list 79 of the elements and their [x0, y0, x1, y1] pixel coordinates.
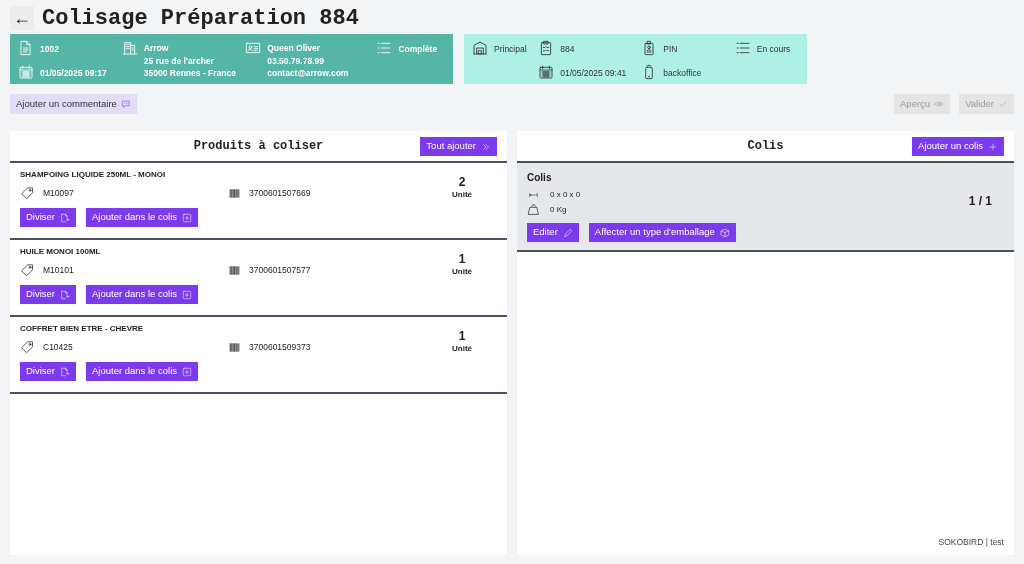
- split-button[interactable]: Diviser: [20, 208, 77, 227]
- tag-icon: [20, 262, 35, 278]
- plus-square-icon: [182, 366, 193, 377]
- plus-icon: [988, 141, 998, 152]
- page-title: Colisage Préparation 884: [42, 4, 359, 33]
- product-name: SHAMPOING LIQUIDE 250ML - MONOI: [20, 169, 167, 180]
- info-text: backoffice: [663, 67, 702, 80]
- package-count: 1 / 1: [968, 193, 992, 210]
- quantity-unit: Unité: [452, 189, 472, 201]
- panel-title: Colis: [747, 138, 784, 155]
- info-text: 884: [560, 43, 575, 56]
- info-text: Queen Oliver: [267, 42, 322, 55]
- assign-packaging-button[interactable]: Affecter un type d'emballage: [588, 223, 736, 242]
- building-icon: [121, 40, 138, 56]
- list-icon: [734, 40, 751, 56]
- panel-title: Produits à coliser: [193, 138, 324, 155]
- ruler-icon: [527, 190, 540, 200]
- product-reference: M10097: [43, 186, 74, 200]
- calendar-icon: [538, 64, 555, 80]
- quantity: 1: [458, 252, 466, 266]
- info-text: 35000 Rennes - France: [143, 67, 236, 80]
- split-button[interactable]: Diviser: [20, 285, 77, 304]
- info-text: 01/05/2025 09:41: [560, 67, 627, 80]
- product-barcode: 3700601507577: [249, 263, 311, 277]
- info-text: Complète: [398, 43, 438, 56]
- add-to-package-button[interactable]: Ajouter dans le colis: [86, 285, 199, 304]
- split-file-icon: [60, 366, 71, 377]
- info-text: Arrow: [143, 42, 170, 55]
- quantity: 2: [458, 175, 466, 189]
- split-file-icon: [60, 212, 71, 223]
- product-name: COFFRET BIEN ETRE - CHEVRE: [20, 323, 145, 334]
- weight-icon: [527, 203, 540, 216]
- split-file-icon: [60, 289, 71, 300]
- check-icon: [998, 99, 1008, 109]
- add-to-package-button[interactable]: Ajouter dans le colis: [86, 362, 199, 381]
- edit-button[interactable]: Editer: [527, 223, 579, 242]
- eye-icon: [934, 99, 945, 109]
- barcode-icon: [228, 340, 241, 354]
- quantity: 1: [458, 329, 466, 343]
- product-name: HUILE MONOI 100ML: [20, 246, 102, 257]
- plus-square-icon: [182, 212, 193, 223]
- contact-card-icon: [245, 40, 262, 56]
- tag-icon: [20, 185, 35, 201]
- info-text: 1002: [40, 43, 59, 56]
- footer-text: SOKOBIRD | test: [938, 536, 1004, 549]
- package-dimensions: 0 x 0 x 0: [550, 189, 581, 201]
- info-text: Principal: [494, 43, 527, 56]
- info-text: 01/05/2025 09:17: [40, 67, 107, 80]
- quantity-unit: Unité: [452, 343, 472, 355]
- product-barcode: 3700601509373: [249, 340, 311, 354]
- double-chevron-icon: [481, 141, 491, 152]
- back-button[interactable]: ←: [10, 6, 34, 30]
- info-text: 03.50.79.78.99: [267, 54, 325, 67]
- package-weight: 0 Kg: [550, 203, 567, 216]
- pencil-icon: [562, 227, 573, 238]
- info-text: contact@arrow.com: [267, 67, 349, 80]
- product-reference: M10101: [43, 263, 74, 277]
- product-reference: C10425: [43, 340, 73, 354]
- add-comment-button[interactable]: Ajouter un commentaire: [10, 94, 137, 114]
- calendar-icon: [18, 64, 34, 80]
- product-barcode: 3700601507669: [249, 186, 311, 200]
- list-icon: [376, 40, 393, 56]
- barcode-icon: [228, 263, 241, 277]
- split-button[interactable]: Diviser: [20, 362, 77, 381]
- comment-icon: [120, 99, 131, 109]
- package-icon: [719, 227, 730, 238]
- plus-square-icon: [182, 289, 193, 300]
- document-icon: [18, 40, 34, 56]
- info-text: En cours: [756, 43, 791, 56]
- add-package-button[interactable]: Ajouter un colis: [912, 137, 1004, 156]
- info-text: PIN: [663, 43, 678, 56]
- warehouse-icon: [472, 40, 488, 56]
- add-to-package-button[interactable]: Ajouter dans le colis: [86, 208, 199, 227]
- tag-icon: [20, 339, 35, 355]
- quantity-unit: Unité: [452, 266, 472, 278]
- info-text: 25 rue de l'archer: [143, 54, 215, 67]
- barcode-icon: [228, 186, 241, 200]
- package-name: Colis: [527, 171, 553, 185]
- add-all-button[interactable]: Tout ajouter: [420, 137, 497, 156]
